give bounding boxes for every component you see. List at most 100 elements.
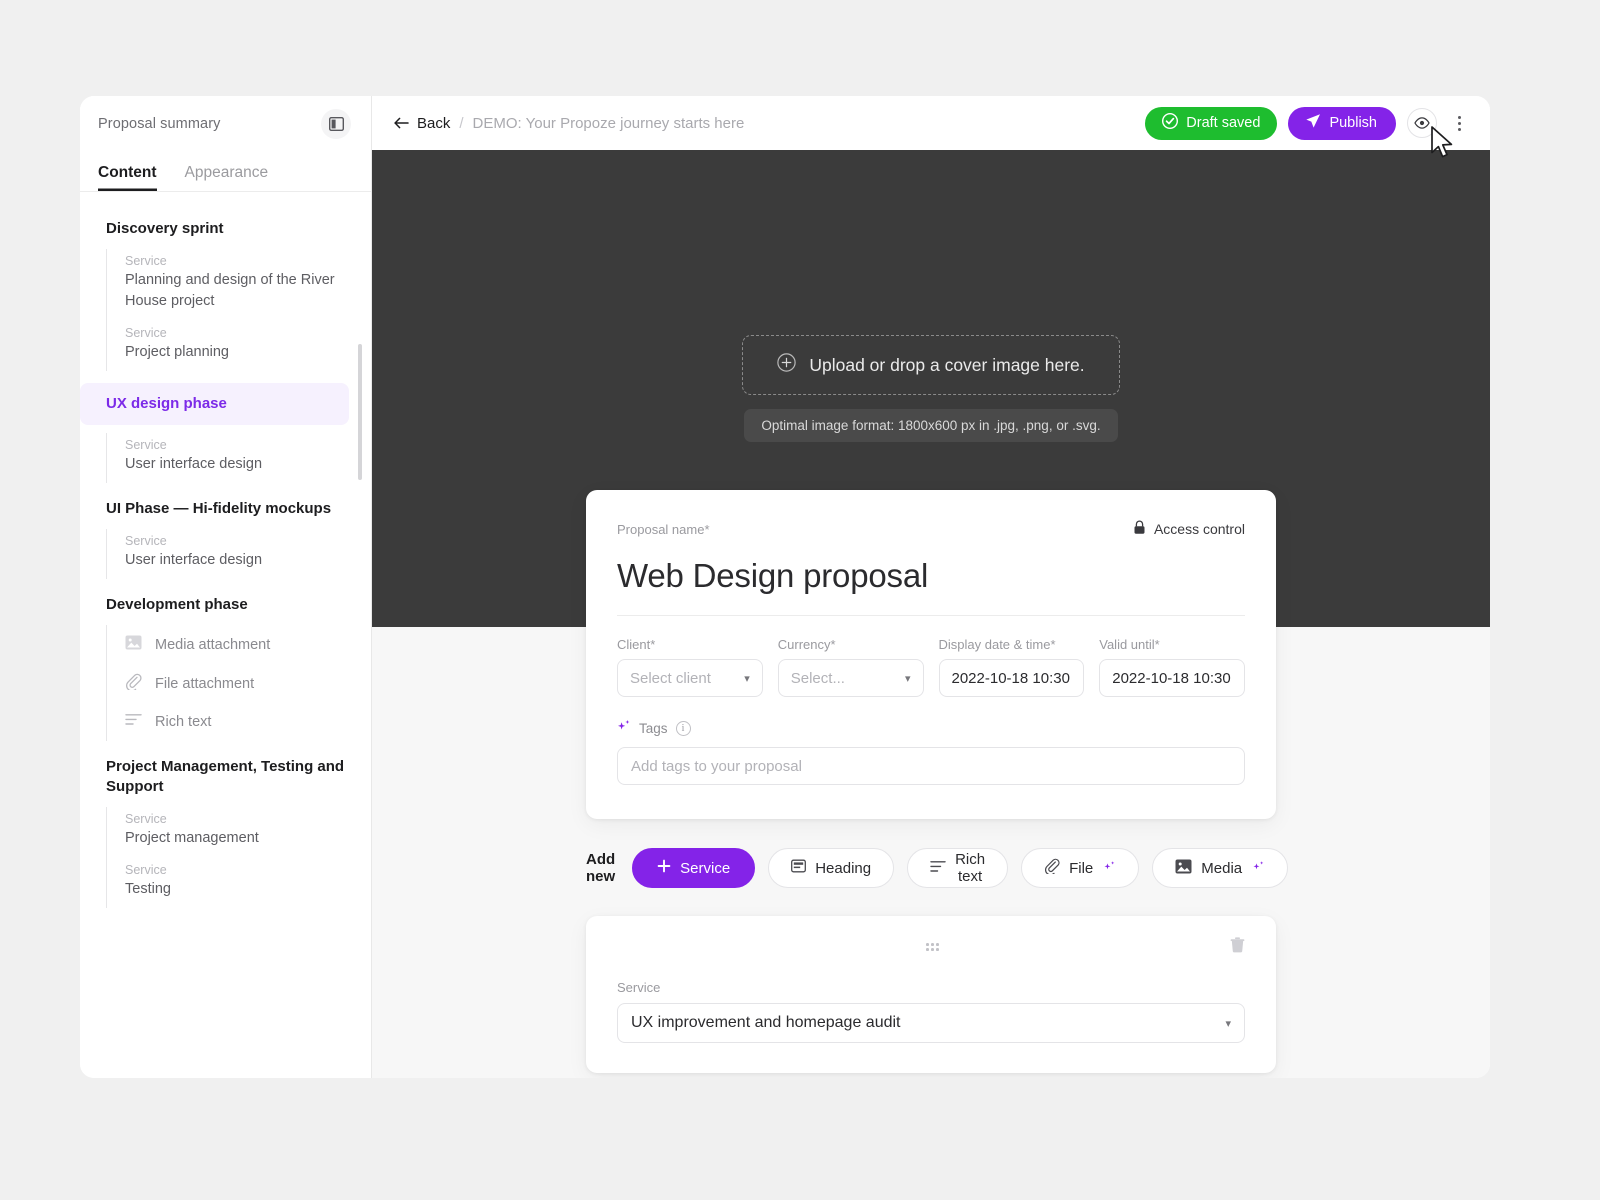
content-scroll-region: Upload or drop a cover image here. Optim… — [372, 150, 1490, 1078]
back-button[interactable]: Back — [394, 115, 450, 132]
service-card-header — [617, 936, 1245, 958]
breadcrumb: Back / DEMO: Your Propoze journey starts… — [394, 115, 744, 132]
add-media-label: Media — [1201, 859, 1243, 877]
add-file-label: File — [1069, 859, 1094, 877]
chevron-down-icon: ▾ — [904, 672, 911, 685]
currency-field: Currency* Select... ▾ — [777, 637, 924, 697]
add-service-label: Service — [680, 859, 731, 877]
tags-field: Tags i Add tags to your proposal — [617, 719, 1245, 785]
add-rich-text-button[interactable]: Rich text — [907, 848, 1009, 888]
service-name: Planning and design of the River House p… — [125, 272, 335, 310]
cover-format-hint: Optimal image format: 1800x600 px in .jp… — [744, 409, 1118, 442]
add-media-button[interactable]: Media — [1152, 848, 1289, 888]
service-kind: Service — [125, 811, 167, 826]
sidebar-group-ui-phase[interactable]: UI Phase — Hi-fidelity mockups — [106, 495, 349, 523]
tab-content[interactable]: Content — [98, 164, 157, 191]
page-title[interactable]: Web Design proposal — [617, 557, 1245, 595]
list-item[interactable]: Service User interface design — [125, 533, 349, 571]
client-label: Client* — [617, 637, 656, 652]
trash-icon[interactable] — [1230, 936, 1245, 958]
list-item[interactable]: Service Project management — [125, 811, 349, 849]
sparkle-icon — [1103, 860, 1116, 876]
currency-value: Select... — [790, 669, 845, 687]
add-service-button[interactable]: Service — [632, 848, 756, 888]
publish-button[interactable]: Publish — [1288, 106, 1396, 140]
client-value: Select client — [630, 669, 711, 687]
chevron-down-icon: ▾ — [1225, 1017, 1231, 1030]
tags-input[interactable]: Add tags to your proposal — [617, 747, 1245, 785]
topbar-actions: Draft saved Publish — [1145, 106, 1470, 140]
arrow-left-icon — [394, 117, 409, 129]
display-datetime-input[interactable]: 2022-10-18 10:30 — [938, 659, 1085, 697]
service-kind: Service — [125, 533, 167, 548]
eye-icon[interactable] — [1407, 108, 1437, 138]
sidebar-group-items: Service User interface design — [106, 528, 349, 579]
list-item-file-attachment[interactable]: File attachment — [125, 673, 349, 695]
sidebar-group-items: Service Project management Service Testi… — [106, 806, 349, 908]
add-file-button[interactable]: File — [1021, 848, 1140, 888]
divider — [617, 615, 1245, 616]
service-name: Project planning — [125, 344, 229, 361]
image-icon — [125, 635, 142, 655]
breadcrumb-separator: / — [459, 114, 464, 132]
service-name: User interface design — [125, 552, 263, 569]
text-lines-icon — [125, 713, 142, 731]
sidebar-group-discovery-sprint[interactable]: Discovery sprint — [106, 215, 349, 243]
info-icon[interactable]: i — [675, 721, 691, 736]
add-rich-text-label: Rich text — [955, 851, 986, 885]
app-window: Proposal summary Content Appearance Disc… — [80, 96, 1490, 1078]
proposal-details-card: Proposal name* Access control Web Design… — [586, 490, 1276, 819]
cover-upload-dropzone[interactable]: Upload or drop a cover image here. — [742, 335, 1120, 395]
top-toolbar: Back / DEMO: Your Propoze journey starts… — [372, 96, 1490, 150]
service-kind: Service — [125, 325, 167, 340]
back-label: Back — [417, 114, 451, 132]
tab-appearance[interactable]: Appearance — [185, 164, 269, 191]
block-label: Media attachment — [155, 636, 271, 653]
sparkle-icon — [617, 719, 631, 738]
sidebar-group-project-management[interactable]: Project Management, Testing and Support — [106, 753, 349, 801]
tags-label-row: Tags i — [617, 719, 1245, 738]
valid-until-field: Valid until* 2022-10-18 10:30 — [1099, 637, 1245, 697]
block-label: File attachment — [155, 675, 255, 692]
sparkle-icon — [1252, 860, 1265, 876]
service-select-value: UX improvement and homepage audit — [631, 1014, 901, 1031]
sidebar-title: Proposal summary — [98, 116, 221, 132]
sidebar-scrollbar[interactable] — [358, 344, 362, 480]
access-control-button[interactable]: Access control — [1133, 520, 1245, 538]
list-item-media-attachment[interactable]: Media attachment — [125, 635, 349, 655]
valid-until-input[interactable]: 2022-10-18 10:30 — [1099, 659, 1245, 697]
add-heading-label: Heading — [815, 859, 872, 877]
text-lines-icon — [930, 860, 946, 877]
client-select[interactable]: Select client ▾ — [617, 659, 763, 697]
heading-icon — [791, 859, 807, 877]
display-datetime-label: Display date & time* — [938, 637, 1056, 652]
draft-saved-button[interactable]: Draft saved — [1145, 106, 1278, 140]
add-heading-button[interactable]: Heading — [768, 848, 895, 888]
service-select[interactable]: UX improvement and homepage audit ▾ — [617, 1003, 1245, 1043]
kebab-menu-icon[interactable] — [1448, 112, 1470, 135]
list-item-rich-text[interactable]: Rich text — [125, 713, 349, 731]
service-select-label: Service — [617, 980, 661, 995]
plus-icon — [657, 859, 671, 877]
cards-column: Proposal name* Access control Web Design… — [372, 490, 1490, 1073]
list-item[interactable]: Service Planning and design of the River… — [125, 253, 349, 312]
list-item[interactable]: Service User interface design — [125, 437, 349, 475]
tags-placeholder: Add tags to your proposal — [631, 757, 802, 775]
sidebar: Proposal summary Content Appearance Disc… — [80, 96, 372, 1078]
draft-saved-label: Draft saved — [1186, 115, 1261, 131]
panel-layout-icon[interactable] — [321, 109, 351, 139]
drag-handle-icon[interactable] — [926, 943, 939, 951]
service-name: User interface design — [125, 456, 263, 473]
image-icon — [1175, 859, 1192, 878]
currency-select[interactable]: Select... ▾ — [777, 659, 924, 697]
cover-upload-label: Upload or drop a cover image here. — [809, 354, 1085, 375]
sidebar-group-development-phase[interactable]: Development phase — [106, 591, 349, 619]
list-item[interactable]: Service Testing — [125, 862, 349, 900]
proposal-name-label: Proposal name* — [617, 521, 710, 537]
sidebar-group-ux-design-phase[interactable]: UX design phase — [80, 382, 349, 425]
proposal-fields-row: Client* Select client ▾ Currency* Select… — [617, 637, 1245, 697]
paperclip-icon — [125, 673, 142, 695]
publish-label: Publish — [1329, 115, 1377, 131]
list-item[interactable]: Service Project planning — [125, 325, 349, 363]
sidebar-group-items: Service User interface design — [106, 432, 349, 483]
